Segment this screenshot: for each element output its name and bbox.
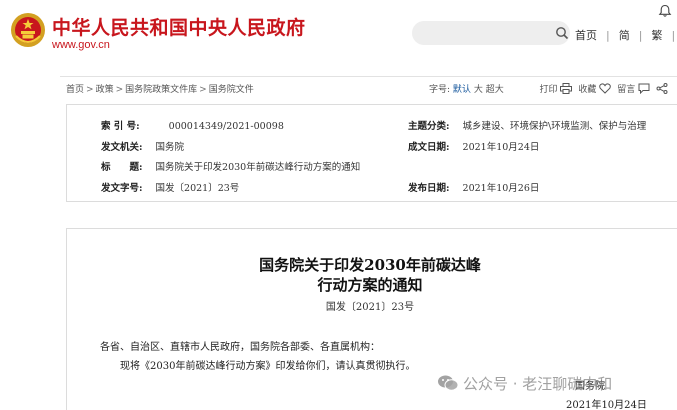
info-docno-label: 发文字号:	[101, 183, 143, 194]
font-size-label: 字号:	[429, 85, 451, 95]
document-title-line2: 行动方案的通知	[317, 276, 423, 294]
font-size-large[interactable]: 大	[474, 85, 483, 95]
print-button[interactable]: 打印	[539, 83, 573, 95]
info-index: 索 引 号: 000014349/2021-00098	[101, 118, 284, 132]
info-published-label: 发布日期:	[408, 183, 450, 194]
site-title[interactable]: 中华人民共和国中央人民政府	[52, 13, 306, 40]
document-recipients: 各省、自治区、直辖市人民政府，国务院各部委、各直属机构：	[100, 342, 380, 353]
wechat-watermark: 公众号 · 老汪聊碳中和	[437, 373, 612, 394]
nav-home-link[interactable]: 首页	[575, 27, 597, 43]
comment-label: 留言	[617, 85, 636, 95]
info-published-value: 2021年10月26日	[462, 183, 540, 194]
nav-divider: |	[638, 29, 643, 42]
bell-icon[interactable]	[658, 4, 672, 18]
breadcrumb: 首页 > 政策 > 国务院政策文件库 > 国务院文件	[66, 82, 254, 95]
document-paragraph: 现将《2030年前碳达峰行动方案》印发给你们，请认真贯彻执行。	[120, 361, 416, 372]
info-issuer-value: 国务院	[155, 142, 185, 153]
favorite-button[interactable]: 收藏	[578, 83, 612, 95]
info-title-label: 标 题:	[101, 162, 143, 173]
info-issuer: 发文机关: 国务院	[101, 139, 184, 153]
breadcrumb-policy-library[interactable]: 国务院政策文件库	[125, 85, 197, 95]
top-nav: 首页|简|繁|EN	[575, 27, 677, 43]
info-docno-value: 国发〔2021〕23号	[155, 183, 240, 194]
font-size-default[interactable]: 默认	[453, 85, 471, 95]
nav-traditional-link[interactable]: 繁	[651, 27, 662, 43]
info-created-label: 成文日期:	[408, 142, 450, 153]
document-number: 国发〔2021〕23号	[325, 302, 415, 313]
info-title: 标 题: 国务院关于印发2030年前碳达峰行动方案的通知	[101, 159, 360, 173]
wechat-icon	[438, 375, 459, 391]
breadcrumb-state-council-docs[interactable]: 国务院文件	[209, 85, 254, 95]
nav-divider: |	[671, 29, 676, 42]
info-published: 发布日期: 2021年10月26日	[408, 180, 539, 194]
info-subject: 主题分类: 城乡建设、环境保护\环境监测、保护与治理	[408, 118, 646, 132]
favorite-label: 收藏	[578, 85, 597, 95]
site-header: 中华人民共和国中央人民政府 www.gov.cn 首页|简|繁|EN	[0, 0, 677, 70]
comment-icon	[638, 83, 650, 94]
printer-icon	[560, 83, 573, 94]
search-input[interactable]	[412, 21, 570, 45]
info-title-value: 国务院关于印发2030年前碳达峰行动方案的通知	[155, 162, 361, 173]
document-date: 2021年10月24日	[566, 400, 647, 410]
info-subject-label: 主题分类:	[408, 121, 450, 132]
page-tools: 字号: 默认 大 超大 打印 收藏 留言	[429, 82, 668, 95]
info-created-value: 2021年10月24日	[462, 142, 540, 153]
search-icon[interactable]	[555, 26, 569, 40]
favorite-icon	[599, 83, 612, 94]
site-url[interactable]: www.gov.cn	[52, 39, 110, 51]
info-subject-value: 城乡建设、环境保护\环境监测、保护与治理	[462, 121, 647, 132]
info-index-label: 索 引 号:	[101, 121, 140, 132]
watermark-text: 公众号 · 老汪聊碳中和	[463, 375, 613, 393]
share-icon[interactable]	[656, 83, 668, 94]
font-size-xlarge[interactable]: 超大	[486, 85, 504, 95]
breadcrumb-separator: >	[115, 85, 124, 95]
breadcrumb-separator: >	[199, 85, 207, 95]
comment-button[interactable]: 留言	[617, 83, 650, 95]
breadcrumb-separator: >	[86, 85, 94, 95]
national-emblem-icon[interactable]	[10, 12, 46, 48]
breadcrumb-home[interactable]: 首页	[66, 85, 84, 95]
info-created: 成文日期: 2021年10月24日	[408, 139, 539, 153]
document-title-line1: 国务院关于印发2030年前碳达峰	[259, 256, 481, 274]
info-docno: 发文字号: 国发〔2021〕23号	[101, 180, 239, 194]
breadcrumb-policy[interactable]: 政策	[96, 85, 114, 95]
info-index-value: 000014349/2021-00098	[168, 121, 284, 132]
nav-divider: |	[606, 29, 610, 42]
print-label: 打印	[539, 85, 558, 95]
info-issuer-label: 发文机关:	[101, 142, 143, 153]
nav-simplified-link[interactable]: 简	[619, 27, 630, 43]
breadcrumb-divider	[60, 76, 677, 77]
